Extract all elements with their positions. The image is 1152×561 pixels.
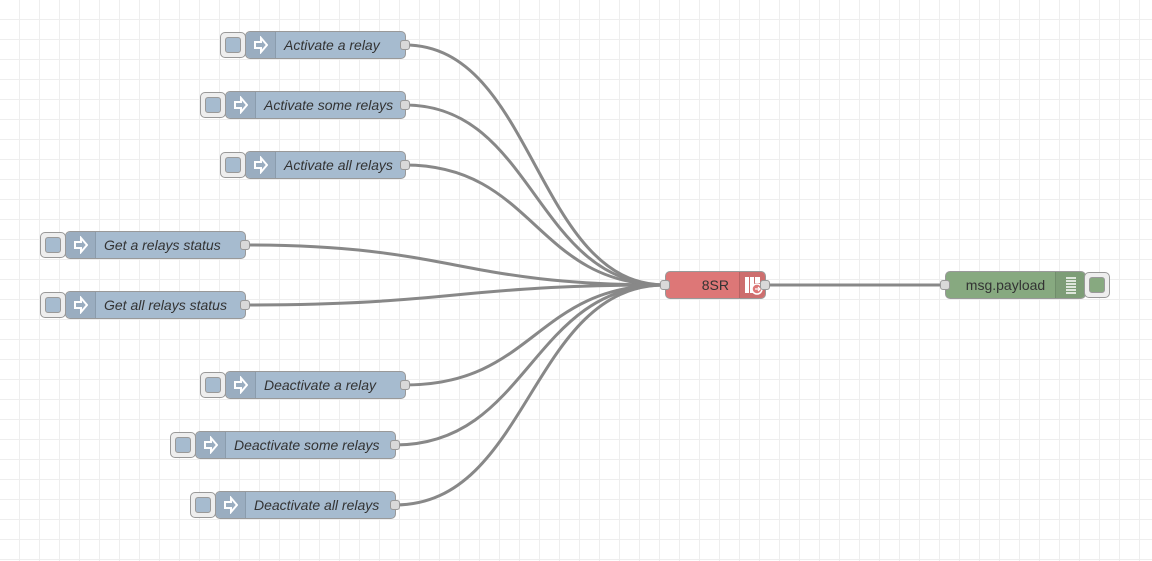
output-port[interactable]	[390, 500, 400, 510]
output-port[interactable]	[400, 160, 410, 170]
debug-toggle-button[interactable]	[1084, 272, 1110, 298]
wire-get-a-relays-status[interactable]	[244, 243, 666, 287]
inject-button-indicator	[175, 437, 191, 453]
output-port[interactable]	[400, 380, 410, 390]
inject-button[interactable]	[40, 292, 66, 318]
output-port[interactable]	[240, 300, 250, 310]
inject-button[interactable]	[40, 232, 66, 258]
node-label: Get all relays status	[104, 297, 227, 313]
node-label: Get a relays status	[104, 237, 221, 253]
inject-button[interactable]	[220, 152, 246, 178]
inject-button-indicator	[45, 237, 61, 253]
output-port[interactable]	[760, 280, 770, 290]
wire-deactivate-a-relay[interactable]	[404, 283, 666, 387]
inject-button-indicator	[45, 297, 61, 313]
inject-arrow-icon	[246, 32, 276, 58]
inject-arrow-icon	[246, 152, 276, 178]
debug-toggle-indicator	[1089, 277, 1105, 293]
node-label: Activate some relays	[264, 97, 394, 113]
node-label: Activate a relay	[284, 37, 380, 53]
input-port[interactable]	[660, 280, 670, 290]
inject-button-indicator	[225, 157, 241, 173]
node-label: Activate all relays	[284, 157, 393, 173]
inject-button-indicator	[195, 497, 211, 513]
node-label: Deactivate a relay	[264, 377, 377, 393]
inject-arrow-icon	[196, 432, 226, 458]
inject-button-indicator	[205, 377, 221, 393]
node-label: msg.payload	[965, 277, 1046, 293]
inject-node-activate-a-relay[interactable]: Activate a relay	[245, 31, 406, 59]
debug-node-msg-payload[interactable]: msg.payload	[945, 271, 1086, 299]
output-port[interactable]	[390, 440, 400, 450]
inject-node-deactivate-some-relays[interactable]: Deactivate some relays	[195, 431, 396, 459]
output-port[interactable]	[240, 240, 250, 250]
inject-button-indicator	[205, 97, 221, 113]
inject-node-activate-some-relays[interactable]: Activate some relays	[225, 91, 406, 119]
wire-deactivate-some-relays[interactable]	[394, 283, 666, 447]
inject-button[interactable]	[200, 92, 226, 118]
inject-button[interactable]	[200, 372, 226, 398]
inject-node-deactivate-all-relays[interactable]: Deactivate all relays	[215, 491, 396, 519]
inject-arrow-icon	[216, 492, 246, 518]
wire-activate-a-relay[interactable]	[404, 43, 666, 287]
inject-button[interactable]	[220, 32, 246, 58]
inject-node-get-a-relays-status[interactable]: Get a relays status	[65, 231, 246, 259]
inject-node-activate-all-relays[interactable]: Activate all relays	[245, 151, 406, 179]
wire-deactivate-all-relays[interactable]	[394, 283, 666, 507]
input-port[interactable]	[940, 280, 950, 290]
output-port[interactable]	[400, 40, 410, 50]
inject-node-deactivate-a-relay[interactable]: Deactivate a relay	[225, 371, 406, 399]
inject-button[interactable]	[190, 492, 216, 518]
inject-button[interactable]	[170, 432, 196, 458]
inject-arrow-icon	[226, 92, 256, 118]
relay-node-8sr[interactable]: 8SR	[665, 271, 766, 299]
node-label: 8SR	[701, 277, 729, 293]
inject-arrow-icon	[66, 292, 96, 318]
debug-list-icon	[1055, 272, 1085, 298]
node-label: Deactivate some relays	[234, 437, 380, 453]
wire-activate-some-relays[interactable]	[404, 103, 666, 287]
inject-button-indicator	[225, 37, 241, 53]
node-label: Deactivate all relays	[254, 497, 380, 513]
wire-activate-all-relays[interactable]	[404, 163, 666, 287]
output-port[interactable]	[400, 100, 410, 110]
inject-node-get-all-relays-status[interactable]: Get all relays status	[65, 291, 246, 319]
inject-arrow-icon	[226, 372, 256, 398]
inject-arrow-icon	[66, 232, 96, 258]
